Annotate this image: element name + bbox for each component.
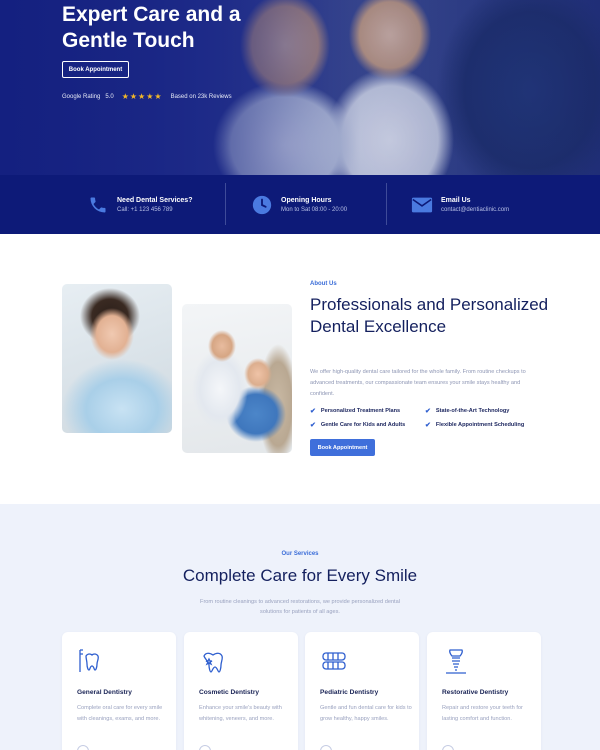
feature-label: Personalized Treatment Plans: [320, 408, 401, 414]
feature-label: State-of-the-Art Technology: [435, 408, 510, 414]
divider: [225, 183, 226, 225]
about-photo-patient: [62, 284, 172, 433]
check-icon: ✔: [310, 422, 316, 429]
about-eyebrow: About Us: [310, 281, 337, 287]
info-title: Email Us: [441, 196, 471, 204]
service-card-description: Repair and restore your teeth for lastin…: [442, 705, 523, 722]
feature-item: ✔ Gentle Care for Kids and Adults: [310, 421, 425, 429]
feature-item: ✔ Flexible Appointment Scheduling: [425, 421, 540, 429]
services-title: Complete Care for Every Smile: [182, 566, 418, 585]
rating-stars-icon: ★★★★★: [121, 92, 163, 101]
card-more-icon[interactable]: [320, 745, 332, 750]
services-section: Our Services Complete Care for Every Smi…: [0, 504, 600, 750]
card-more-icon[interactable]: [442, 745, 454, 750]
service-card-title: Pediatric Dentistry: [320, 689, 379, 696]
info-item-phone[interactable]: Need Dental Services? Call: +1 123 456 7…: [87, 175, 192, 234]
about-photo-dentist: [182, 304, 292, 453]
info-item-email[interactable]: Email Us contact@dentiaclinic.com: [411, 175, 509, 234]
feature-item: ✔ Personalized Treatment Plans: [310, 407, 425, 415]
sparkle-tooth-icon: [199, 647, 227, 675]
implant-icon: [442, 647, 470, 675]
rating-value: 5.0: [105, 93, 114, 100]
feature-label: Gentle Care for Kids and Adults: [320, 422, 406, 428]
check-icon: ✔: [310, 408, 316, 415]
about-title: Professionals and Personalized Dental Ex…: [310, 295, 549, 336]
about-feature-list: ✔ Personalized Treatment Plans ✔ State-of-…: [310, 407, 550, 429]
service-card-description: Enhance your smile's beauty with whiteni…: [199, 705, 282, 722]
info-title: Opening Hours: [281, 196, 332, 204]
service-card-general[interactable]: General Dentistry Complete oral care for…: [62, 632, 176, 750]
hero-book-appointment-button[interactable]: Book Appointment: [62, 61, 129, 78]
services-description: From routine cleanings to advanced resto…: [200, 599, 400, 615]
info-item-hours: Opening Hours Mon to Sat 08:00 - 20:00: [251, 175, 347, 234]
hero-title: Expert Care and a Gentle Touch: [62, 3, 241, 52]
service-card-description: Gentle and fun dental care for kids to g…: [320, 705, 412, 722]
about-description: We offer high-quality dental care tailor…: [310, 369, 526, 397]
mail-icon: [411, 194, 433, 216]
service-card-description: Complete oral care for every smile with …: [77, 705, 163, 722]
info-title: Need Dental Services?: [117, 196, 193, 204]
check-icon: ✔: [425, 408, 431, 415]
hero-section: Expert Care and a Gentle Touch Book Appo…: [0, 0, 600, 175]
service-card-cosmetic[interactable]: Cosmetic Dentistry Enhance your smile's …: [184, 632, 298, 750]
info-subtitle: Call: +1 123 456 789: [117, 206, 173, 213]
divider: [386, 183, 387, 225]
phone-icon: [87, 194, 109, 216]
service-card-title: Restorative Dentistry: [442, 689, 509, 696]
check-icon: ✔: [425, 422, 431, 429]
info-subtitle: Mon to Sat 08:00 - 20:00: [281, 206, 348, 213]
clock-icon: [251, 194, 273, 216]
rating-row: Google Rating 5.0 ★★★★★ Based on 23k Rev…: [62, 92, 232, 101]
services-eyebrow: Our Services: [281, 551, 319, 557]
contact-info-bar: Need Dental Services? Call: +1 123 456 7…: [0, 175, 600, 234]
info-subtitle: contact@dentiaclinic.com: [441, 206, 510, 213]
feature-item: ✔ State-of-the-Art Technology: [425, 407, 540, 415]
reviews-text: Based on 23k Reviews: [170, 93, 232, 100]
tooth-brush-icon: [77, 647, 105, 675]
card-more-icon[interactable]: [77, 745, 89, 750]
service-card-title: Cosmetic Dentistry: [199, 689, 260, 696]
service-card-pediatric[interactable]: Pediatric Dentistry Gentle and fun denta…: [305, 632, 419, 750]
teeth-brace-icon: [320, 647, 348, 675]
about-book-appointment-button[interactable]: Book Appointment: [310, 439, 375, 456]
service-card-title: General Dentistry: [77, 689, 132, 696]
rating-label: Google Rating: [62, 93, 101, 100]
feature-label: Flexible Appointment Scheduling: [435, 422, 525, 428]
card-more-icon[interactable]: [199, 745, 211, 750]
service-card-restorative[interactable]: Restorative Dentistry Repair and restore…: [427, 632, 541, 750]
